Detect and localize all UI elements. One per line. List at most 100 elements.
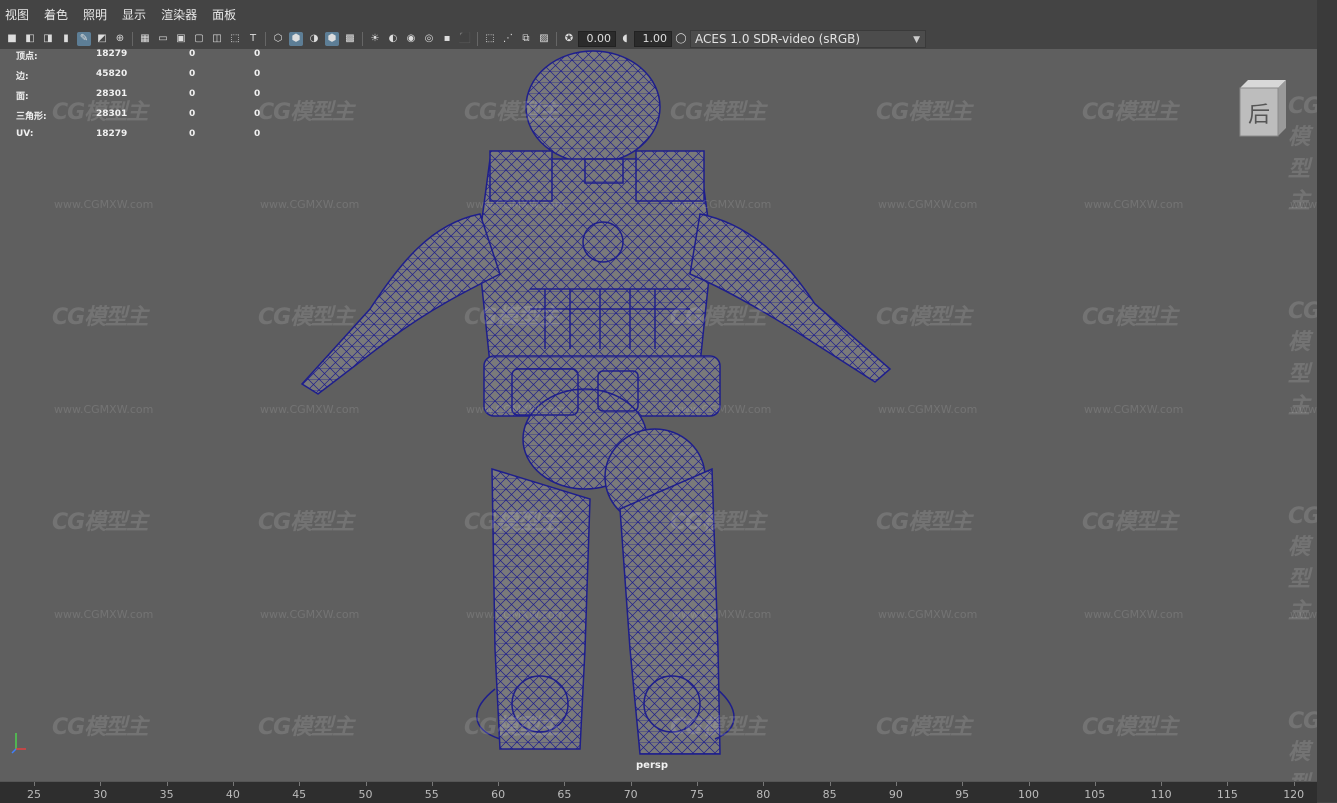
hud-value: 0 bbox=[254, 109, 261, 119]
view-cube[interactable]: 后 bbox=[1236, 80, 1286, 138]
hud-value: 28301 bbox=[96, 109, 128, 119]
xray-icon[interactable]: ▩ bbox=[343, 32, 357, 46]
2d-pan-zoom-icon[interactable]: ⊕ bbox=[113, 32, 127, 46]
grid-icon[interactable]: ▦ bbox=[138, 32, 152, 46]
gate-mask-icon[interactable]: ▢ bbox=[192, 32, 206, 46]
hud-value: 45820 bbox=[96, 69, 128, 79]
hud-value: 0 bbox=[189, 49, 196, 59]
timeline-tick bbox=[564, 782, 566, 786]
timeline-frame-label: 85 bbox=[822, 788, 837, 801]
view-cube-face-label: 后 bbox=[1248, 103, 1270, 128]
smooth-shade-icon[interactable]: ⬢ bbox=[289, 31, 303, 46]
toolbar-separator bbox=[132, 31, 133, 46]
3d-viewport[interactable]: CG模型主 www.CGMXW.com CG模型主 www.CGMXW.com CG模型… bbox=[0, 49, 1317, 781]
color-management-icon[interactable]: ◯ bbox=[674, 32, 688, 46]
exposure-icon[interactable]: ✪ bbox=[562, 32, 576, 46]
timeline-tick bbox=[365, 782, 367, 786]
hud-value: 0 bbox=[189, 69, 196, 79]
default-material-icon[interactable]: ◑ bbox=[307, 32, 321, 46]
hud-row-faces: 面: 28301 0 0 bbox=[16, 89, 276, 109]
anti-aliasing-icon[interactable]: ▪ bbox=[440, 32, 454, 46]
hud-value: 0 bbox=[254, 129, 261, 139]
timeline-tick bbox=[166, 782, 168, 786]
timeline-tick bbox=[1161, 782, 1163, 786]
wireframe-on-shaded-icon[interactable]: ⬢ bbox=[325, 31, 339, 46]
timeline-frame-label: 110 bbox=[1150, 788, 1172, 801]
gamma-field[interactable]: 1.00 bbox=[634, 30, 672, 47]
timeline-frame-label: 75 bbox=[690, 788, 704, 801]
timeline-frame-label: 40 bbox=[225, 788, 240, 801]
hud-row-edges: 边: 45820 0 0 bbox=[16, 69, 276, 89]
timeline-tick bbox=[630, 782, 632, 786]
hud-row-uvs: UV: 18279 0 0 bbox=[16, 129, 276, 149]
right-side-panel-strip bbox=[1317, 0, 1337, 802]
menu-item[interactable]: 面板 bbox=[211, 6, 237, 23]
screen-space-ao-icon[interactable]: ◉ bbox=[404, 32, 418, 46]
camera-attributes-icon[interactable]: ◨ bbox=[41, 32, 55, 46]
timeline-tick bbox=[1227, 782, 1229, 786]
backface-cull-icon[interactable]: ▨ bbox=[537, 32, 551, 46]
timeline-tick bbox=[1293, 782, 1295, 786]
shadows-icon[interactable]: ◐ bbox=[386, 32, 400, 46]
hud-value: 0 bbox=[189, 109, 196, 119]
isolate-select-icon[interactable]: ⬚ bbox=[483, 32, 497, 46]
timeline-frame-label: 115 bbox=[1216, 788, 1238, 801]
color-space-dropdown[interactable]: ACES 1.0 SDR-video (sRGB) ▼ bbox=[690, 29, 926, 48]
camera-lock-icon[interactable]: ◧ bbox=[23, 32, 37, 46]
hud-label: UV: bbox=[16, 129, 34, 139]
timeline-tick bbox=[1028, 782, 1030, 786]
use-lights-icon[interactable]: ☀ bbox=[368, 32, 382, 46]
timeline-frame-label: 80 bbox=[756, 788, 771, 801]
depth-of-field-icon[interactable]: ⬛ bbox=[458, 32, 472, 46]
timeline-frame-label: 70 bbox=[623, 788, 638, 801]
color-space-value: ACES 1.0 SDR-video (sRGB) bbox=[695, 31, 861, 46]
camera-icon[interactable]: ■ bbox=[5, 32, 19, 46]
hud-label: 顶点: bbox=[16, 52, 38, 62]
resolution-gate-icon[interactable]: ▣ bbox=[174, 32, 188, 46]
timeline-tick bbox=[895, 782, 897, 786]
film-gate-icon[interactable]: ▭ bbox=[156, 32, 170, 46]
image-plane-icon[interactable]: ◩ bbox=[95, 32, 109, 46]
menu-item[interactable]: 着色 bbox=[43, 6, 69, 23]
view-cube-shape: 后 bbox=[1239, 80, 1286, 137]
axis-gizmo bbox=[8, 727, 38, 757]
hud-value: 18279 bbox=[96, 49, 128, 59]
xray-joints-icon[interactable]: ⋰ bbox=[501, 32, 515, 46]
timeline-tick bbox=[431, 782, 433, 786]
toolbar-separator bbox=[265, 31, 266, 46]
time-slider[interactable]: 25 30 35 40 45 50 55 60 65 70 75 80 85 90 95 100 105 110 1… bbox=[0, 781, 1317, 803]
timeline-tick bbox=[829, 782, 831, 786]
hud-value: 0 bbox=[254, 69, 261, 79]
xray-active-icon[interactable]: ⧉ bbox=[519, 32, 533, 46]
timeline-tick bbox=[498, 782, 500, 786]
wireframe-icon[interactable]: ⬡ bbox=[271, 32, 285, 46]
hud-value: 28301 bbox=[96, 89, 128, 99]
timeline-frame-label: 45 bbox=[292, 788, 307, 801]
timeline-frame-label: 105 bbox=[1084, 788, 1106, 801]
menu-item[interactable]: 显示 bbox=[121, 6, 147, 23]
safe-title-icon[interactable]: T bbox=[246, 32, 260, 46]
hud-value: 18279 bbox=[96, 129, 128, 139]
hud-value: 0 bbox=[254, 49, 261, 59]
timeline-tick bbox=[299, 782, 301, 786]
timeline-tick bbox=[763, 782, 765, 786]
gamma-icon[interactable]: ◖ bbox=[618, 32, 632, 46]
safe-action-icon[interactable]: ⬚ bbox=[228, 32, 242, 46]
menu-item[interactable]: 渲染器 bbox=[160, 6, 198, 23]
menu-item[interactable]: 照明 bbox=[82, 6, 108, 23]
field-chart-icon[interactable]: ◫ bbox=[210, 32, 224, 46]
timeline-frame-label: 30 bbox=[93, 788, 108, 801]
grease-pencil-icon[interactable]: ✎ bbox=[77, 31, 91, 46]
exposure-field[interactable]: 0.00 bbox=[578, 30, 616, 47]
motion-blur-icon[interactable]: ◎ bbox=[422, 32, 436, 46]
poly-count-hud: 顶点: 18279 0 0 边: 45820 0 0 面: 28301 0 0 … bbox=[16, 49, 276, 149]
viewport-toolbar: ■ ◧ ◨ ▮ ✎ ◩ ⊕ ▦ ▭ ▣ ▢ ◫ ⬚ T ⬡ ⬢ ◑ ⬢ ▩ ☀ ◐ ◉ ◎ ▪ ⬛ ⬚ ⋰ ⧉ ▨ ✪ 0.00 ◖ 1.00 ◯… bbox=[0, 28, 1317, 49]
timeline-tick bbox=[697, 782, 698, 786]
toolbar-separator bbox=[477, 31, 478, 46]
astronaut-wireframe-model[interactable] bbox=[0, 49, 1317, 781]
menu-item[interactable]: 视图 bbox=[4, 6, 30, 23]
hud-label: 边: bbox=[16, 72, 29, 82]
timeline-tick bbox=[232, 782, 234, 786]
bookmark-icon[interactable]: ▮ bbox=[59, 32, 73, 46]
timeline-tick bbox=[34, 782, 35, 786]
